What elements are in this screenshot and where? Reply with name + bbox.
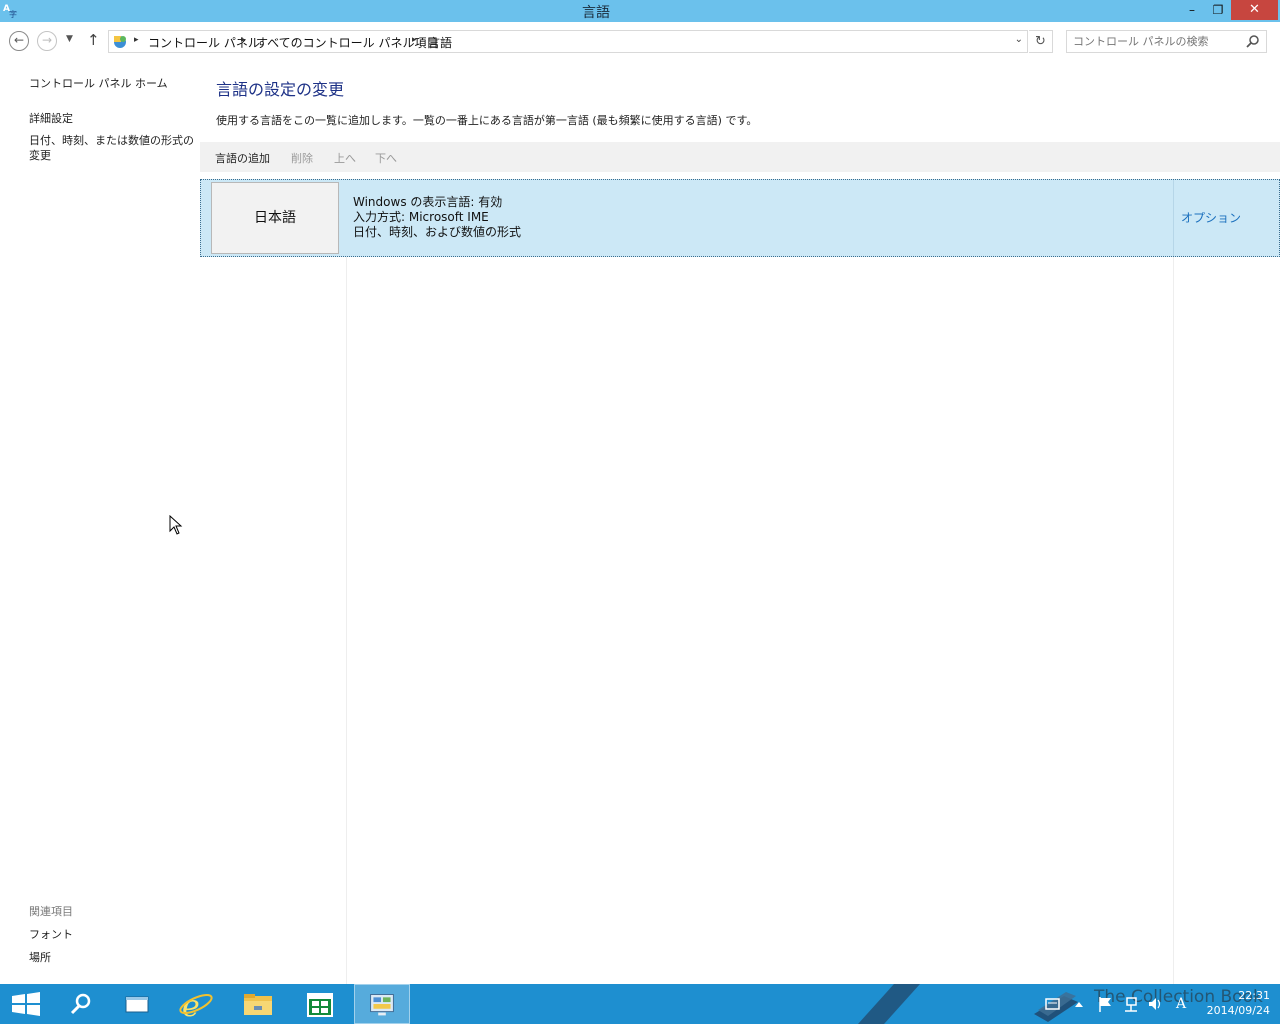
language-list-item[interactable]: 日本語 Windows の表示言語: 有効 入力方式: Microsoft IM… (200, 179, 1280, 257)
start-button-windows-icon[interactable] (0, 984, 56, 1024)
address-dropdown-icon[interactable]: ⌄ (1015, 34, 1023, 45)
column-divider (346, 256, 347, 984)
input-method: 入力方式: Microsoft IME (353, 210, 489, 224)
related-items-header: 関連項目 (29, 905, 73, 918)
control-panel-home-link[interactable]: コントロール パネル ホーム (29, 75, 168, 91)
clock-time: 22:31 (1238, 989, 1270, 1002)
advanced-settings-link[interactable]: 詳細設定 (29, 110, 73, 126)
minimize-button[interactable]: – (1179, 0, 1205, 20)
show-hidden-icons-chevron-up-icon[interactable] (1072, 984, 1086, 1024)
address-field[interactable]: ▸ コントロール パネル ▸ すべてのコントロール パネル項目 ▸ 言語 ⌄ (108, 30, 1028, 53)
page-description: 使用する言語をこの一覧に追加します。一覧の一番上にある言語が第一言語 (最も頻繁… (216, 114, 758, 127)
column-divider (1173, 256, 1174, 984)
restore-button[interactable]: ❐ (1205, 0, 1231, 20)
main-content: 言語の設定の変更 使用する言語をこの一覧に追加します。一覧の一番上にある言語が第… (200, 60, 1280, 984)
system-clock[interactable]: 22:31 2014/09/24 (1196, 988, 1270, 1018)
refresh-button[interactable]: ↻ (1029, 30, 1053, 53)
title-bar: A 字 言語 – ❐ ✕ (0, 0, 1280, 22)
search-icon[interactable] (52, 984, 108, 1024)
search-input[interactable] (1073, 31, 1243, 51)
change-date-time-format-link[interactable]: 日付、時刻、または数値の形式の変更 (29, 133, 197, 163)
taskbar: e The Collection Book A 22:31 2014/09/24 (0, 984, 1280, 1024)
fonts-link[interactable]: フォント (29, 926, 73, 942)
control-panel-taskbar-icon[interactable] (354, 984, 410, 1024)
search-icon[interactable] (1246, 34, 1260, 48)
display-language-status: Windows の表示言語: 有効 (353, 195, 503, 209)
taskbar-decoration (858, 984, 920, 1024)
control-panel-icon (114, 36, 126, 48)
network-icon[interactable] (1122, 984, 1140, 1024)
clock-date: 2014/09/24 (1206, 1004, 1270, 1017)
language-options-link[interactable]: オプション (1181, 209, 1241, 226)
row-divider (1173, 180, 1174, 256)
mouse-cursor-icon (169, 515, 183, 535)
move-up-button[interactable]: 上へ (334, 150, 356, 166)
close-button[interactable]: ✕ (1231, 0, 1278, 20)
volume-icon[interactable] (1146, 984, 1164, 1024)
breadcrumb-separator-icon[interactable]: ▸ (241, 35, 246, 45)
location-link[interactable]: 場所 (29, 949, 51, 965)
forward-button[interactable]: → (37, 31, 57, 51)
search-box[interactable] (1066, 30, 1267, 53)
store-icon[interactable] (292, 984, 348, 1024)
breadcrumb-separator-icon[interactable]: ▸ (134, 35, 139, 45)
page-title: 言語の設定の変更 (216, 80, 345, 99)
breadcrumb-language[interactable]: 言語 (428, 34, 452, 51)
recent-locations-dropdown-icon[interactable]: ▼ (66, 34, 73, 44)
internet-explorer-icon[interactable]: e (168, 984, 224, 1024)
action-center-flag-icon[interactable] (1096, 984, 1114, 1024)
back-button[interactable]: ← (9, 31, 29, 51)
address-toolbar: ← → ▼ ↑ ▸ コントロール パネル ▸ すべてのコントロール パネル項目 … (0, 22, 1280, 60)
date-time-format-status: 日付、時刻、および数値の形式 (353, 225, 522, 239)
move-down-button[interactable]: 下へ (375, 150, 397, 166)
language-name-tile[interactable]: 日本語 (211, 182, 339, 254)
language-info: Windows の表示言語: 有効 入力方式: Microsoft IME 日付… (353, 195, 521, 240)
action-center-message-icon[interactable] (1044, 984, 1062, 1024)
task-view-icon[interactable] (109, 984, 165, 1024)
file-explorer-icon[interactable] (230, 984, 286, 1024)
breadcrumb-separator-icon[interactable]: ▸ (412, 35, 417, 45)
window-title: 言語 (582, 5, 610, 21)
add-language-button[interactable]: 言語の追加 (215, 150, 270, 166)
up-button[interactable]: ↑ (87, 31, 100, 49)
language-toolbar: 言語の追加 削除 上へ 下へ (200, 142, 1280, 172)
ime-mode-indicator[interactable]: A (1176, 984, 1190, 1024)
remove-button[interactable]: 削除 (291, 150, 313, 166)
svg-text:e: e (182, 989, 200, 1024)
